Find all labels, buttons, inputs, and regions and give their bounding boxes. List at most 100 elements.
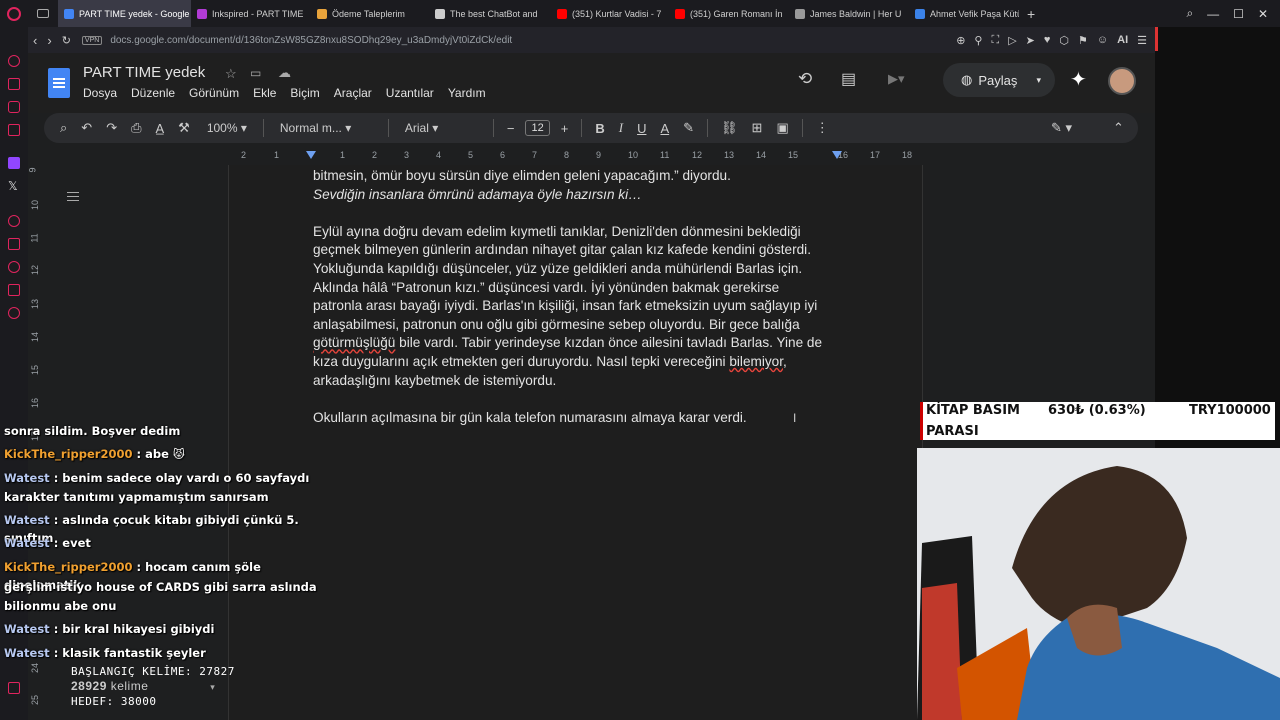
text-color-icon[interactable]: A <box>660 121 669 136</box>
sidebar-music-icon[interactable] <box>8 101 20 113</box>
comments-icon[interactable]: ▤ <box>841 69 856 89</box>
vpn-badge[interactable]: VPN <box>81 35 103 45</box>
redo-icon[interactable]: ↷ <box>106 120 117 136</box>
menu-item[interactable]: Biçim <box>290 86 319 100</box>
underline-icon[interactable]: U <box>637 121 646 136</box>
browser-tab[interactable]: James Baldwin | Her U <box>789 0 909 27</box>
opera-logo-icon[interactable] <box>7 6 21 21</box>
maximize-icon[interactable]: ☐ <box>1233 7 1244 21</box>
browser-tab[interactable]: Inkspired - PART TIME <box>191 0 311 27</box>
avatar[interactable] <box>1108 67 1136 95</box>
sidebar-pin-icon[interactable] <box>8 238 20 250</box>
sidebar-history-icon[interactable] <box>8 261 20 273</box>
reload-icon[interactable]: ↻ <box>62 34 71 47</box>
sidebar-more-icon[interactable] <box>8 682 20 694</box>
chat-username[interactable]: Watest <box>4 646 50 660</box>
chat-username[interactable]: Watest <box>4 471 50 485</box>
meet-icon[interactable]: ▶▾ <box>888 71 905 87</box>
left-indent-marker[interactable] <box>306 151 316 159</box>
italic-icon[interactable]: I <box>619 120 623 136</box>
pin-icon[interactable]: ⚲ <box>974 34 982 47</box>
share-button[interactable]: ◍ Paylaş ▾ <box>943 63 1055 97</box>
hide-menus-icon[interactable]: ⌃ <box>1113 120 1124 136</box>
add-comment-icon[interactable]: ⊞ <box>752 120 763 136</box>
gemini-sparkle-icon[interactable]: ✦ <box>1070 67 1087 92</box>
close-window-icon[interactable]: ✕ <box>1258 7 1268 21</box>
document-title[interactable]: PART TIME yedek <box>83 64 205 81</box>
sidebar-shopping-icon[interactable] <box>8 78 20 90</box>
menu-item[interactable]: Dosya <box>83 86 117 100</box>
browser-tab[interactable]: (351) Kurtlar Vadisi - 7 <box>551 0 669 27</box>
minimize-icon[interactable]: — <box>1207 7 1219 21</box>
ai-button[interactable]: AI <box>1117 34 1128 46</box>
font-select[interactable]: Arial ▾ <box>405 121 477 135</box>
menu-item[interactable]: Uzantılar <box>386 86 434 100</box>
snapshot-icon[interactable]: ⛶ <box>991 34 999 47</box>
horizontal-ruler[interactable]: 2 1 1 2 3 4 5 6 7 8 9 10 11 12 13 14 15 16 17 18 <box>228 150 923 164</box>
menu-icon[interactable]: ☰ <box>1137 34 1147 47</box>
editing-mode-icon[interactable]: ✎ ▾ <box>1051 120 1072 136</box>
menu-item[interactable]: Ekle <box>253 86 276 100</box>
url-field[interactable]: docs.google.com/document/d/136tonZsW85GZ… <box>110 35 512 46</box>
tab-overview-icon[interactable] <box>37 9 49 18</box>
menu-item[interactable]: Yardım <box>448 86 486 100</box>
document-page[interactable]: bitmesin, ömür boyu sürsün diye elimden … <box>228 165 923 720</box>
browser-tab[interactable]: Ahmet Vefik Paşa Kütü <box>909 0 1019 27</box>
player-icon[interactable]: ▷ <box>1008 34 1016 47</box>
paint-format-icon[interactable]: ⚒ <box>178 120 190 136</box>
sidebar-extensions-icon[interactable] <box>8 284 20 296</box>
print-icon[interactable]: ⎙ <box>131 120 141 136</box>
twitch-icon[interactable] <box>8 157 20 169</box>
chat-username[interactable]: Watest <box>4 622 50 636</box>
chevron-down-icon[interactable]: ▾ <box>210 682 215 692</box>
menu-item[interactable]: Görünüm <box>189 86 239 100</box>
share-dropdown-icon[interactable]: ▾ <box>1036 75 1041 86</box>
google-docs-logo-icon[interactable] <box>48 68 70 98</box>
zoom-icon[interactable]: ⊕ <box>956 34 965 47</box>
sidebar-settings-icon[interactable] <box>8 307 20 319</box>
version-history-icon[interactable]: ⟲ <box>798 69 812 89</box>
chat-username[interactable]: KickThe_ripper2000 <box>4 560 132 574</box>
zoom-select[interactable]: 100% ▾ <box>207 121 247 135</box>
increase-font-icon[interactable]: + <box>561 121 569 136</box>
style-value: Normal m... <box>279 121 342 135</box>
more-options-icon[interactable]: ⋮ <box>816 120 829 136</box>
chat-username[interactable]: Watest <box>4 536 50 550</box>
back-icon[interactable]: ‹ <box>33 33 37 48</box>
bookmark-icon[interactable]: ⚑ <box>1078 34 1088 47</box>
sidebar-player-icon[interactable] <box>8 215 20 227</box>
document-outline-icon[interactable] <box>67 192 79 201</box>
misspelled-word[interactable]: bilemiyor <box>729 354 783 369</box>
bold-icon[interactable]: B <box>595 121 604 136</box>
x-twitter-icon[interactable]: 𝕏 <box>8 179 18 193</box>
extension-icon[interactable]: ⬡ <box>1059 34 1069 47</box>
sidebar-aria-icon[interactable] <box>8 55 20 67</box>
forward-icon[interactable]: › <box>47 33 51 48</box>
menu-item[interactable]: Araçlar <box>334 86 372 100</box>
insert-link-icon[interactable]: ⛓ <box>721 120 738 136</box>
heart-icon[interactable]: ♥ <box>1044 34 1051 46</box>
style-select[interactable]: Normal m... ▾ <box>280 121 372 135</box>
chat-username[interactable]: Watest <box>4 513 50 527</box>
sidebar-mail-icon[interactable] <box>8 124 20 136</box>
spellcheck-icon[interactable]: A̲ <box>156 121 165 136</box>
search-tabs-icon[interactable]: ⌕ <box>1186 6 1193 21</box>
insert-image-icon[interactable]: ▣ <box>776 120 788 136</box>
browser-tab[interactable]: PART TIME yedek - Google <box>58 0 191 27</box>
decrease-font-icon[interactable]: − <box>507 121 515 136</box>
new-tab-button[interactable]: + <box>1027 6 1035 22</box>
move-folder-icon[interactable]: ▭ <box>250 66 261 80</box>
search-menus-icon[interactable]: ⌕ <box>60 120 67 136</box>
misspelled-word[interactable]: götürmüşlüğü <box>313 335 395 350</box>
highlight-icon[interactable]: ✎ <box>683 120 694 136</box>
chat-username[interactable]: KickThe_ripper2000 <box>4 447 132 461</box>
send-icon[interactable]: ➤ <box>1026 34 1035 47</box>
browser-tab[interactable]: Ödeme Taleplerim <box>311 0 429 27</box>
star-icon[interactable]: ☆ <box>225 66 237 82</box>
undo-icon[interactable]: ↶ <box>81 120 92 136</box>
profile-icon[interactable]: ☺ <box>1097 34 1108 46</box>
browser-tab[interactable]: The best ChatBot and <box>429 0 551 27</box>
browser-tab[interactable]: (351) Garen Romanı İn <box>669 0 789 27</box>
font-size-input[interactable]: 12 <box>525 120 550 136</box>
menu-item[interactable]: Düzenle <box>131 86 175 100</box>
